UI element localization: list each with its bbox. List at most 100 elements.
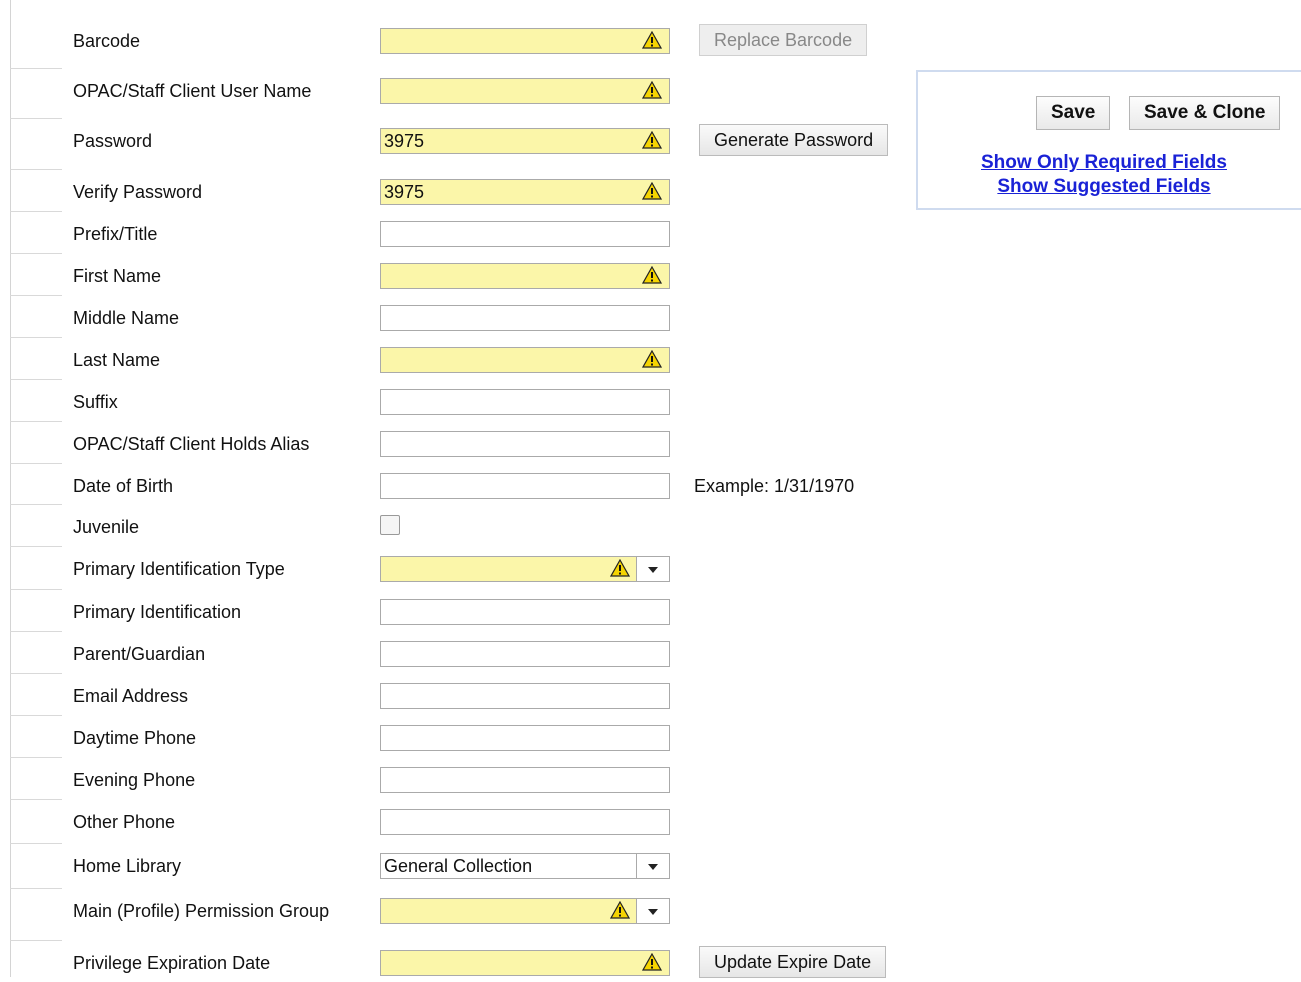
row-divider [10,463,62,464]
primary-id-label: Primary Identification [73,602,242,622]
verify-password-label: Verify Password [73,182,203,202]
primary-id-input[interactable] [380,599,670,625]
home-library-select[interactable]: General Collection [380,853,670,879]
row-middle-name: Middle Name [0,295,905,337]
holds-alias-input[interactable] [380,431,670,457]
dob-example-hint: Example: 1/31/1970 [694,476,855,496]
row-divider [10,337,62,338]
row-juvenile: Juvenile [0,504,905,546]
expiration-date-label: Privilege Expiration Date [73,953,271,973]
warning-icon [642,182,662,200]
row-divider [10,68,62,69]
username-label: OPAC/Staff Client User Name [73,81,312,101]
row-username: OPAC/Staff Client User Name [0,68,905,110]
row-divider [10,118,62,119]
home-library-value: General Collection [384,856,533,876]
daytime-phone-label: Daytime Phone [73,728,197,748]
permission-group-label: Main (Profile) Permission Group [73,901,330,921]
row-divider [10,799,62,800]
warning-icon [610,901,630,919]
warning-icon [642,350,662,368]
daytime-phone-input[interactable] [380,725,670,751]
last-name-input[interactable] [380,347,670,373]
row-permission-group: Main (Profile) Permission Group [0,888,905,930]
row-holds-alias: OPAC/Staff Client Holds Alias [0,421,905,463]
save-panel: Save Save & Clone Show Only Required Fie… [916,70,1301,210]
chevron-down-icon[interactable] [636,854,669,878]
row-verify-password: Verify Password 3975 [0,169,905,211]
date-of-birth-input[interactable] [380,473,670,499]
suffix-input[interactable] [380,389,670,415]
row-divider [10,546,62,547]
barcode-label: Barcode [73,31,141,51]
warning-icon [642,953,662,971]
prefix-input[interactable] [380,221,670,247]
email-input[interactable] [380,683,670,709]
middle-name-input[interactable] [380,305,670,331]
row-divider [10,169,62,170]
row-password: Password 3975 Generate Password [0,118,905,160]
row-divider [10,421,62,422]
other-phone-input[interactable] [380,809,670,835]
row-divider [10,211,62,212]
show-required-fields-link[interactable]: Show Only Required Fields [918,152,1290,174]
row-divider [10,940,62,941]
date-of-birth-label: Date of Birth [73,476,174,496]
show-suggested-fields-link[interactable]: Show Suggested Fields [918,176,1290,198]
row-suffix: Suffix [0,379,905,421]
replace-barcode-button[interactable]: Replace Barcode [699,24,868,56]
save-and-clone-button[interactable]: Save & Clone [1129,96,1281,130]
verify-password-input[interactable]: 3975 [380,179,670,205]
first-name-input[interactable] [380,263,670,289]
row-email: Email Address [0,673,905,715]
email-label: Email Address [73,686,189,706]
holds-alias-label: OPAC/Staff Client Holds Alias [73,434,310,454]
prefix-label: Prefix/Title [73,224,158,244]
row-divider [10,843,62,844]
row-date-of-birth: Date of Birth Example: 1/31/1970 [0,463,905,505]
juvenile-checkbox[interactable] [380,515,400,535]
username-input[interactable] [380,78,670,104]
update-expire-date-button[interactable]: Update Expire Date [699,946,887,978]
row-divider [10,673,62,674]
row-divider [10,715,62,716]
row-divider [10,888,62,889]
row-divider [10,379,62,380]
middle-name-label: Middle Name [73,308,180,328]
guardian-label: Parent/Guardian [73,644,206,664]
barcode-input[interactable] [380,28,670,54]
row-divider [10,253,62,254]
juvenile-label: Juvenile [73,517,140,537]
evening-phone-label: Evening Phone [73,770,196,790]
id-type-label: Primary Identification Type [73,559,285,579]
row-guardian: Parent/Guardian [0,631,905,673]
other-phone-label: Other Phone [73,812,176,832]
row-daytime-phone: Daytime Phone [0,715,905,757]
row-expiration-date: Privilege Expiration Date Update Expire … [0,940,905,982]
home-library-label: Home Library [73,856,182,876]
row-first-name: First Name [0,253,905,295]
password-input[interactable]: 3975 [380,128,670,154]
generate-password-button[interactable]: Generate Password [699,124,889,156]
warning-icon [642,81,662,99]
evening-phone-input[interactable] [380,767,670,793]
chevron-down-icon[interactable] [636,557,669,581]
last-name-label: Last Name [73,350,161,370]
row-primary-id: Primary Identification [0,589,905,631]
row-prefix: Prefix/Title [0,211,905,253]
row-divider [10,589,62,590]
row-divider [10,295,62,296]
row-evening-phone: Evening Phone [0,757,905,799]
expiration-date-input[interactable] [380,950,670,976]
warning-icon [642,266,662,284]
row-other-phone: Other Phone [0,799,905,841]
chevron-down-icon[interactable] [636,899,669,923]
guardian-input[interactable] [380,641,670,667]
row-divider [10,631,62,632]
row-home-library: Home Library General Collection [0,843,905,885]
password-label: Password [73,131,153,151]
row-last-name: Last Name [0,337,905,379]
warning-icon [642,131,662,149]
save-button[interactable]: Save [1036,96,1111,130]
warning-icon [610,559,630,577]
